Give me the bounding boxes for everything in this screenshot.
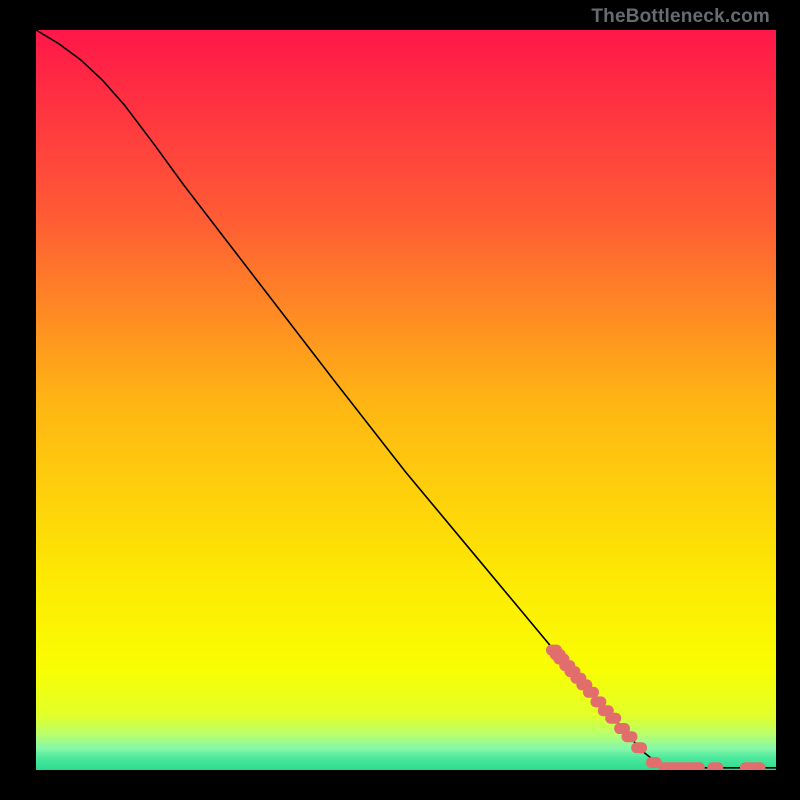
curve-marker: [621, 731, 637, 742]
chart-svg: [36, 30, 776, 770]
curve-marker: [750, 762, 766, 770]
curve-marker: [605, 713, 621, 724]
watermark-text: TheBottleneck.com: [591, 6, 770, 28]
chart-frame: TheBottleneck.com: [0, 0, 800, 800]
curve-marker: [707, 762, 723, 770]
plot-area: [36, 30, 776, 770]
curve-marker: [583, 687, 599, 698]
curve-marker: [631, 742, 647, 753]
gradient-background: [36, 30, 776, 770]
curve-marker: [689, 762, 705, 770]
